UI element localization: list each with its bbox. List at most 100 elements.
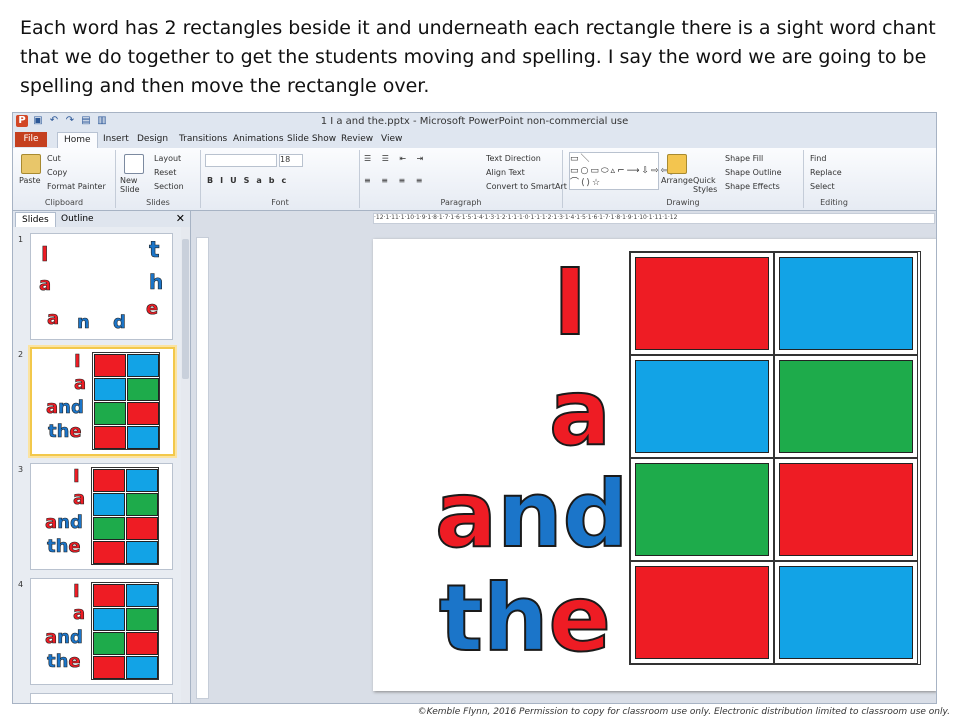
new-slide-icon[interactable] [124,154,144,174]
font-name-field[interactable] [205,154,277,167]
thumb-rectangle [127,426,159,449]
slide-thumbnail-2[interactable]: Ia and the [30,347,175,456]
thumb-rectangle [126,656,158,679]
thumb-rectangle [126,632,158,655]
tab-slide-show[interactable]: Slide Show [281,132,342,147]
thumb-letter: t [149,238,160,264]
shapes-gallery[interactable]: ▭＼▭○▭⬭▵⌐⟶⇩⇨⇦⟆⌒⟨⟩☆ [569,152,674,190]
slides-pane-tabs: Slides Outline ✕ [13,211,190,227]
align-text-button[interactable]: Align Text [486,168,525,177]
red-rectangle[interactable] [635,566,769,659]
shape-outline-button[interactable]: Shape Outline [725,168,782,177]
section-button[interactable]: Section [154,182,184,191]
thumb-rectangle [94,426,126,449]
text-direction-button[interactable]: Text Direction [486,154,541,163]
tab-insert[interactable]: Insert [97,132,135,147]
thumb-letter: d [113,312,126,334]
slide-thumbnail-1[interactable]: I a t h e a n d [30,233,173,340]
green-rectangle[interactable] [779,360,913,453]
thumb-rectangle [126,517,158,540]
align-buttons[interactable]: ≡ ≡ ≡ ≡ [364,176,426,185]
light_blue-rectangle[interactable] [779,566,913,659]
thumb-word: and [45,512,83,534]
tab-view[interactable]: View [375,132,408,147]
thumb-letter: a [47,308,60,330]
tab-design[interactable]: Design [131,132,174,147]
clipboard-label: Clipboard [44,198,84,207]
slides-pane-scrollbar[interactable] [181,227,190,703]
copyright-footer: ©Kemble Flynn, 2016 Permission to copy f… [417,707,950,717]
thumb-word: a [73,488,86,510]
format-painter-button[interactable]: Format Painter [47,182,106,191]
title-bar: P ▣ ↶ ↷ ▤ ▥ 1 I a and the.pptx - Microso… [13,113,936,131]
tab-transitions[interactable]: Transitions [173,132,233,147]
convert-smartart-button[interactable]: Convert to SmartArt [486,182,567,191]
slide-thumbnail-3[interactable]: Ia and the [30,463,173,570]
select-button[interactable]: Select [810,182,835,191]
cut-button[interactable]: Cut [47,154,61,163]
slide-thumbnail-4[interactable]: Ia and the [30,578,173,685]
arrange-icon[interactable] [667,154,687,174]
thumb-rectangle [93,584,125,607]
thumb-word: I [73,466,80,488]
green-rectangle[interactable] [635,463,769,556]
copy-button[interactable]: Copy [47,168,67,177]
paragraph-group: ☰ ☰ ⇤ ⇥ ≡ ≡ ≡ ≡ Text Direction Align Tex… [360,150,567,208]
thumb-grid [92,352,160,450]
tab-review[interactable]: Review [335,132,379,147]
thumb-letter: n [77,312,90,334]
grid-cell [774,458,918,561]
shape-fill-button[interactable]: Shape Fill [725,154,763,163]
light_blue-rectangle[interactable] [779,257,913,350]
font-format-buttons[interactable]: BIUSabc [207,176,293,185]
tab-home[interactable]: Home [57,132,98,148]
slide-thumbnail-5[interactable] [30,693,173,703]
thumb-rectangle [93,541,125,564]
light_blue-rectangle[interactable] [635,360,769,453]
arrange-button[interactable]: Arrange [661,176,693,185]
paste-icon[interactable] [21,154,41,174]
tab-outline[interactable]: Outline [55,212,100,226]
thumb-rectangle [93,469,125,492]
ribbon: Paste Cut Copy Format Painter Clipboard … [13,148,936,211]
drawing-group: ▭＼▭○▭⬭▵⌐⟶⇩⇨⇦⟆⌒⟨⟩☆ Arrange Quick Styles S… [563,150,804,208]
word-the-th: th [438,564,549,673]
paste-button[interactable]: Paste [19,176,41,185]
thumb-rectangle [93,493,125,516]
ribbon-tabs: File Home Insert Design Transitions Anim… [13,131,936,148]
rectangle-grid [629,251,921,665]
new-slide-button[interactable]: New Slide [120,176,150,194]
slides-label: Slides [146,198,170,207]
thumb-word: the [48,421,82,443]
font-label: Font [271,198,289,207]
scrollbar-thumb[interactable] [182,239,189,379]
replace-button[interactable]: Replace [810,168,842,177]
horizontal-ruler: ·12·1·11·1·10·1·9·1·8·1·7·1·6·1·5·1·4·1·… [373,213,935,224]
red-rectangle[interactable] [635,257,769,350]
slide-canvas[interactable]: I a and the [373,239,936,691]
list-buttons[interactable]: ☰ ☰ ⇤ ⇥ [364,154,427,163]
red-rectangle[interactable] [779,463,913,556]
word-a: a [548,358,612,467]
thumb-word: the [47,536,81,558]
thumb-rectangle [127,354,159,377]
thumb-word: a [73,603,86,625]
quick-styles-button[interactable]: Quick Styles [693,176,721,194]
thumb-word: the [47,651,81,673]
tab-file[interactable]: File [15,132,47,147]
thumb-rectangle [94,354,126,377]
thumb-word: I [74,351,81,373]
shape-effects-button[interactable]: Shape Effects [725,182,780,191]
font-size-field[interactable]: 18 [279,154,303,167]
font-group: 18 BIUSabc Font [201,150,360,208]
find-button[interactable]: Find [810,154,826,163]
close-icon[interactable]: ✕ [176,212,185,225]
vertical-ruler [196,237,209,699]
grid-cell [630,355,774,458]
thumb-rectangle [93,656,125,679]
reset-button[interactable]: Reset [154,168,176,177]
thumb-grid [91,467,159,565]
tab-slides[interactable]: Slides [15,212,56,227]
layout-button[interactable]: Layout [154,154,181,163]
grid-cell [774,355,918,458]
